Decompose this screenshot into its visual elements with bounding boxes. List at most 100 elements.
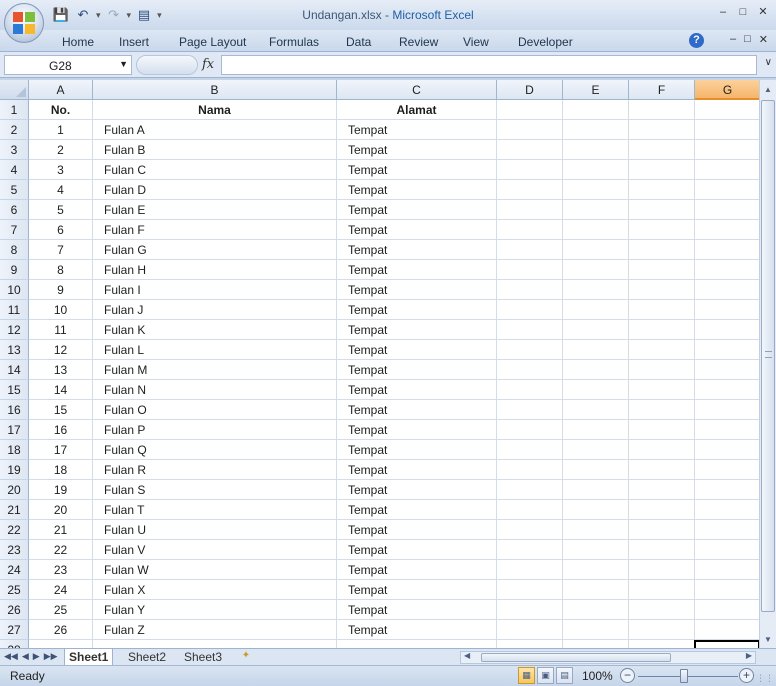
row-header[interactable]: 26 [0, 600, 29, 620]
zoom-level[interactable]: 100% [582, 669, 613, 683]
cell-d13[interactable] [497, 340, 563, 360]
cell-g16[interactable] [695, 400, 759, 420]
cell-c17[interactable]: Tempat [337, 420, 497, 440]
cell-g9[interactable] [695, 260, 759, 280]
cell-a14[interactable]: 13 [29, 360, 93, 380]
row-header[interactable]: 6 [0, 200, 29, 220]
row-header[interactable]: 21 [0, 500, 29, 520]
zoom-out-icon[interactable]: − [620, 668, 635, 683]
cell-e21[interactable] [563, 500, 629, 520]
cell-a6[interactable]: 5 [29, 200, 93, 220]
cell-e9[interactable] [563, 260, 629, 280]
cell-d15[interactable] [497, 380, 563, 400]
cell-a22[interactable]: 21 [29, 520, 93, 540]
expand-formula-bar-icon[interactable]: ∨ [765, 57, 772, 68]
resize-grip-icon[interactable]: ⋮⋮ [756, 673, 774, 684]
cell-f7[interactable] [629, 220, 695, 240]
cell-a23[interactable]: 22 [29, 540, 93, 560]
horizontal-scroll-thumb[interactable] [481, 653, 671, 662]
zoom-slider[interactable] [638, 676, 738, 677]
cell-c8[interactable]: Tempat [337, 240, 497, 260]
cell-e27[interactable] [563, 620, 629, 640]
workbook-minimize-icon[interactable]: – [730, 33, 736, 46]
cell-g8[interactable] [695, 240, 759, 260]
workbook-close-icon[interactable]: ✕ [759, 33, 768, 46]
cell-d14[interactable] [497, 360, 563, 380]
cell-e3[interactable] [563, 140, 629, 160]
cell-d6[interactable] [497, 200, 563, 220]
cell-c23[interactable]: Tempat [337, 540, 497, 560]
tab-developer[interactable]: Developer [518, 35, 573, 49]
row-header[interactable]: 10 [0, 280, 29, 300]
cell-b27[interactable]: Fulan Z [93, 620, 337, 640]
column-header-f[interactable]: F [629, 80, 695, 100]
column-header-e[interactable]: E [563, 80, 629, 100]
maximize-icon[interactable]: □ [736, 5, 750, 19]
help-icon[interactable]: ? [689, 33, 704, 48]
cell-b8[interactable]: Fulan G [93, 240, 337, 260]
cell-d16[interactable] [497, 400, 563, 420]
cell-g20[interactable] [695, 480, 759, 500]
row-header[interactable]: 19 [0, 460, 29, 480]
cell-a12[interactable]: 11 [29, 320, 93, 340]
cell-b11[interactable]: Fulan J [93, 300, 337, 320]
column-header-d[interactable]: D [497, 80, 563, 100]
cell-d7[interactable] [497, 220, 563, 240]
cell-f14[interactable] [629, 360, 695, 380]
row-header[interactable]: 23 [0, 540, 29, 560]
cell-c3[interactable]: Tempat [337, 140, 497, 160]
cell-g23[interactable] [695, 540, 759, 560]
cell-f26[interactable] [629, 600, 695, 620]
cell-f24[interactable] [629, 560, 695, 580]
cell-g14[interactable] [695, 360, 759, 380]
sheet-tab-sheet2[interactable]: Sheet2 [124, 649, 170, 665]
cell-a11[interactable]: 10 [29, 300, 93, 320]
cell-g2[interactable] [695, 120, 759, 140]
row-header[interactable]: 28 [0, 640, 29, 648]
cell-f20[interactable] [629, 480, 695, 500]
cell-g4[interactable] [695, 160, 759, 180]
name-box-dropdown-icon[interactable]: ▼ [119, 59, 128, 69]
row-header[interactable]: 7 [0, 220, 29, 240]
cell-c15[interactable]: Tempat [337, 380, 497, 400]
sheet-tab-sheet1[interactable]: Sheet1 [64, 649, 114, 665]
cell-f13[interactable] [629, 340, 695, 360]
cell-a24[interactable]: 23 [29, 560, 93, 580]
cell-b22[interactable]: Fulan U [93, 520, 337, 540]
column-header-g[interactable]: G [695, 80, 759, 100]
cell-c19[interactable]: Tempat [337, 460, 497, 480]
cell-d5[interactable] [497, 180, 563, 200]
cell-c28[interactable] [337, 640, 497, 648]
cell-g24[interactable] [695, 560, 759, 580]
cell-e24[interactable] [563, 560, 629, 580]
cell-c25[interactable]: Tempat [337, 580, 497, 600]
cell-c10[interactable]: Tempat [337, 280, 497, 300]
select-all-button[interactable] [0, 80, 29, 100]
cell-b4[interactable]: Fulan C [93, 160, 337, 180]
page-layout-view-icon[interactable]: ▣ [537, 667, 554, 684]
cell-b21[interactable]: Fulan T [93, 500, 337, 520]
row-header[interactable]: 2 [0, 120, 29, 140]
cell-g27[interactable] [695, 620, 759, 640]
cell-g1[interactable] [695, 100, 759, 120]
cell-b6[interactable]: Fulan E [93, 200, 337, 220]
cell-a16[interactable]: 15 [29, 400, 93, 420]
formula-bar-grip[interactable] [136, 55, 198, 75]
cell-g22[interactable] [695, 520, 759, 540]
cell-g10[interactable] [695, 280, 759, 300]
cell-c22[interactable]: Tempat [337, 520, 497, 540]
cell-f15[interactable] [629, 380, 695, 400]
tab-review[interactable]: Review [399, 35, 438, 49]
cell-e20[interactable] [563, 480, 629, 500]
cell-e5[interactable] [563, 180, 629, 200]
zoom-in-icon[interactable]: + [739, 668, 754, 683]
cell-e11[interactable] [563, 300, 629, 320]
cell-b19[interactable]: Fulan R [93, 460, 337, 480]
cell-b13[interactable]: Fulan L [93, 340, 337, 360]
cell-f18[interactable] [629, 440, 695, 460]
row-header[interactable]: 15 [0, 380, 29, 400]
row-header[interactable]: 25 [0, 580, 29, 600]
cell-c18[interactable]: Tempat [337, 440, 497, 460]
cell-g3[interactable] [695, 140, 759, 160]
cell-e8[interactable] [563, 240, 629, 260]
